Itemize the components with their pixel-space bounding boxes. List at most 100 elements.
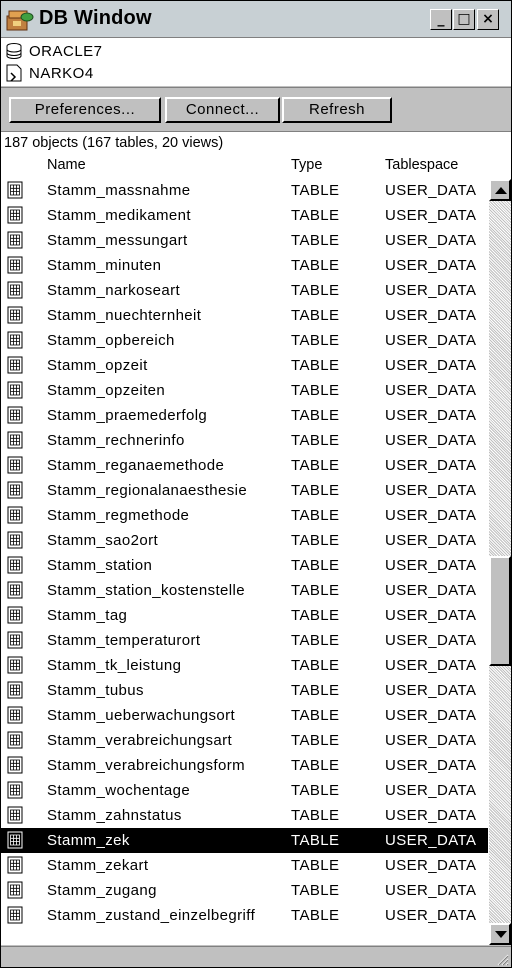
object-tablespace: USER_DATA — [385, 832, 477, 849]
object-name: Stamm_ueberwachungsort — [47, 707, 236, 724]
object-count-summary: 187 objects (167 tables, 20 views) — [4, 135, 224, 151]
table-row[interactable]: Stamm_tag TABLE USER_DATA — [1, 603, 488, 628]
table-icon — [7, 856, 23, 874]
connect-button[interactable]: Connect... — [165, 97, 280, 123]
object-type: TABLE — [291, 207, 340, 224]
object-name: Stamm_station — [47, 557, 153, 574]
connection-info: ORACLE7 NARKO4 — [1, 38, 511, 86]
object-type: TABLE — [291, 457, 340, 474]
close-button[interactable]: × — [477, 9, 499, 30]
object-name: Stamm_opzeit — [47, 357, 148, 374]
object-name: Stamm_opzeiten — [47, 382, 166, 399]
column-header-type[interactable]: Type — [291, 154, 322, 176]
server-name: ORACLE7 — [29, 42, 103, 60]
table-row[interactable]: Stamm_reganaemethode TABLE USER_DATA — [1, 453, 488, 478]
object-type: TABLE — [291, 557, 340, 574]
table-row[interactable]: Stamm_station TABLE USER_DATA — [1, 553, 488, 578]
vertical-scrollbar[interactable] — [489, 179, 511, 945]
table-row[interactable]: Stamm_opzeit TABLE USER_DATA — [1, 353, 488, 378]
object-type: TABLE — [291, 407, 340, 424]
column-header-name[interactable]: Name — [47, 154, 86, 176]
table-row[interactable]: Stamm_verabreichungsform TABLE USER_DATA — [1, 753, 488, 778]
table-row[interactable]: Stamm_nuechternheit TABLE USER_DATA — [1, 303, 488, 328]
object-list: 187 objects (167 tables, 20 views) Name … — [1, 132, 511, 945]
server-row[interactable]: ORACLE7 — [5, 40, 103, 62]
table-row[interactable]: Stamm_medikament TABLE USER_DATA — [1, 203, 488, 228]
object-tablespace: USER_DATA — [385, 407, 477, 424]
table-row[interactable]: Stamm_messungart TABLE USER_DATA — [1, 228, 488, 253]
table-row[interactable]: Stamm_praemederfolg TABLE USER_DATA — [1, 403, 488, 428]
table-icon — [7, 531, 23, 549]
table-row[interactable]: Stamm_zugang TABLE USER_DATA — [1, 878, 488, 903]
maximize-button[interactable]: □ — [453, 9, 475, 30]
object-name: Stamm_tag — [47, 607, 128, 624]
object-tablespace: USER_DATA — [385, 707, 477, 724]
object-type: TABLE — [291, 382, 340, 399]
table-row[interactable]: Stamm_rechnerinfo TABLE USER_DATA — [1, 428, 488, 453]
table-row[interactable]: Stamm_zek TABLE USER_DATA — [1, 828, 488, 853]
scroll-thumb[interactable] — [489, 556, 511, 666]
table-row[interactable]: Stamm_regmethode TABLE USER_DATA — [1, 503, 488, 528]
table-icon — [7, 731, 23, 749]
object-type: TABLE — [291, 807, 340, 824]
object-name: Stamm_minuten — [47, 257, 162, 274]
object-tablespace: USER_DATA — [385, 857, 477, 874]
table-icon — [7, 631, 23, 649]
object-type: TABLE — [291, 832, 340, 849]
table-row[interactable]: Stamm_temperaturort TABLE USER_DATA — [1, 628, 488, 653]
scroll-up-button[interactable] — [489, 179, 511, 201]
table-row[interactable]: Stamm_narkoseart TABLE USER_DATA — [1, 278, 488, 303]
table-icon — [7, 381, 23, 399]
table-row[interactable]: Stamm_ueberwachungsort TABLE USER_DATA — [1, 703, 488, 728]
object-type: TABLE — [291, 257, 340, 274]
object-name: Stamm_narkoseart — [47, 282, 181, 299]
resize-grip-icon[interactable] — [495, 952, 509, 966]
title-bar[interactable]: DB Window _ □ × — [1, 1, 511, 38]
object-tablespace: USER_DATA — [385, 207, 477, 224]
object-tablespace: USER_DATA — [385, 907, 477, 924]
table-row[interactable]: Stamm_minuten TABLE USER_DATA — [1, 253, 488, 278]
object-tablespace: USER_DATA — [385, 607, 477, 624]
object-name: Stamm_regmethode — [47, 507, 190, 524]
table-row[interactable]: Stamm_opzeiten TABLE USER_DATA — [1, 378, 488, 403]
object-tablespace: USER_DATA — [385, 657, 477, 674]
table-row[interactable]: Stamm_regionalanaesthesie TABLE USER_DATA — [1, 478, 488, 503]
scroll-down-button[interactable] — [489, 923, 511, 945]
object-type: TABLE — [291, 732, 340, 749]
object-tablespace: USER_DATA — [385, 882, 477, 899]
table-icon — [7, 831, 23, 849]
table-icon — [7, 181, 23, 199]
db-window: DB Window _ □ × ORACLE7 NARKO4 Preferenc… — [0, 0, 512, 968]
table-row[interactable]: Stamm_opbereich TABLE USER_DATA — [1, 328, 488, 353]
table-icon — [7, 406, 23, 424]
table-icon — [7, 356, 23, 374]
toolbar: Preferences... Connect... Refresh — [1, 87, 511, 132]
object-name: Stamm_regionalanaesthesie — [47, 482, 248, 499]
object-type: TABLE — [291, 707, 340, 724]
table-row[interactable]: Stamm_tk_leistung TABLE USER_DATA — [1, 653, 488, 678]
database-icon — [6, 43, 22, 59]
table-row[interactable]: Stamm_tubus TABLE USER_DATA — [1, 678, 488, 703]
column-header-tablespace[interactable]: Tablespace — [385, 154, 458, 176]
table-row[interactable]: Stamm_station_kostenstelle TABLE USER_DATA — [1, 578, 488, 603]
table-icon — [7, 881, 23, 899]
object-type: TABLE — [291, 532, 340, 549]
table-icon — [7, 456, 23, 474]
refresh-button[interactable]: Refresh — [282, 97, 392, 123]
object-name: Stamm_rechnerinfo — [47, 432, 185, 449]
table-icon — [7, 281, 23, 299]
minimize-button[interactable]: _ — [430, 9, 452, 30]
table-row[interactable]: Stamm_massnahme TABLE USER_DATA — [1, 178, 488, 203]
object-name: Stamm_zekart — [47, 857, 149, 874]
table-row[interactable]: Stamm_wochentage TABLE USER_DATA — [1, 778, 488, 803]
table-row[interactable]: Stamm_sao2ort TABLE USER_DATA — [1, 528, 488, 553]
object-name: Stamm_sao2ort — [47, 532, 159, 549]
object-type: TABLE — [291, 582, 340, 599]
table-row[interactable]: Stamm_zustand_einzelbegriff TABLE USER_DAT… — [1, 903, 488, 928]
preferences-button[interactable]: Preferences... — [9, 97, 161, 123]
table-row[interactable]: Stamm_verabreichungsart TABLE USER_DATA — [1, 728, 488, 753]
table-row[interactable]: Stamm_zekart TABLE USER_DATA — [1, 853, 488, 878]
user-row[interactable]: NARKO4 — [5, 62, 94, 84]
object-type: TABLE — [291, 307, 340, 324]
table-row[interactable]: Stamm_zahnstatus TABLE USER_DATA — [1, 803, 488, 828]
